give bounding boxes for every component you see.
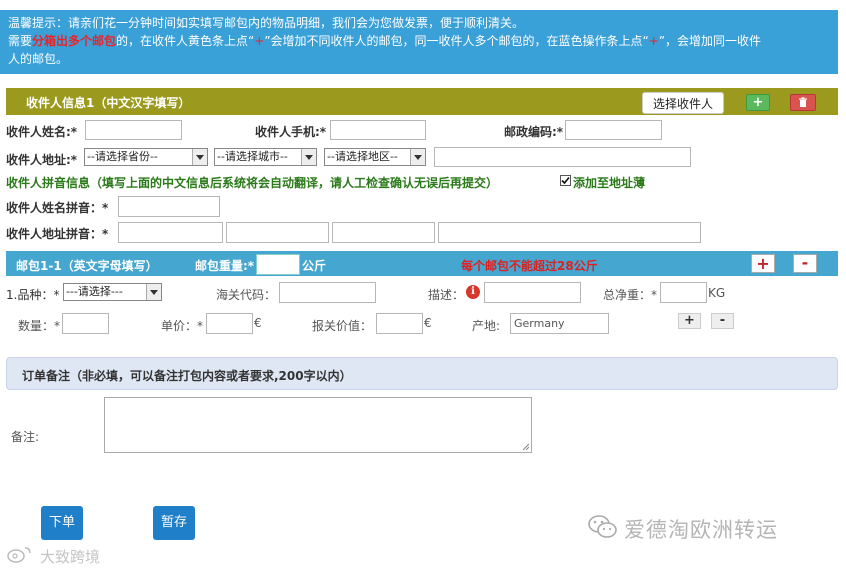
recipient-phone-input[interactable]	[330, 120, 426, 140]
recipient-phone-label: 收件人手机:*	[255, 125, 327, 139]
province-select-value: --请选择省份--	[87, 150, 158, 163]
customs-code-input[interactable]	[279, 282, 376, 303]
watermark-right: 爱德淘欧洲转运	[624, 518, 778, 542]
package-weight-label: 邮包重量:*	[195, 259, 255, 273]
select-recipient-button[interactable]: 选择收件人	[642, 92, 724, 114]
watermark-left: 大致跨境	[40, 548, 101, 566]
info-icon[interactable]: i	[466, 285, 480, 299]
origin-input[interactable]: Germany	[510, 313, 609, 334]
declared-value-input[interactable]	[376, 313, 423, 334]
package-header-title: 邮包1-1（英文字母填写）	[16, 259, 158, 273]
city-select-value: --请选择城市--	[217, 150, 288, 163]
remove-package-button[interactable]: -	[793, 254, 817, 273]
net-weight-label: 总净重：*	[603, 288, 658, 302]
trash-icon	[799, 97, 807, 107]
origin-label: 产地:	[472, 319, 501, 333]
notice-text: 的，在收件人黄色条上点“	[116, 34, 255, 48]
description-label: 描述：	[428, 288, 465, 302]
add-recipient-button[interactable]: +	[746, 94, 770, 111]
address-pinyin-input-1[interactable]	[118, 222, 223, 243]
checkmark-icon	[561, 176, 570, 185]
chevron-down-icon	[305, 155, 313, 160]
package-weight-unit: 公斤	[302, 259, 327, 273]
wechat-icon	[588, 515, 617, 538]
zip-code-label: 邮政编码:*	[504, 125, 564, 139]
unit-price-label: 单价：*	[161, 319, 204, 333]
name-pinyin-input[interactable]	[118, 196, 220, 217]
name-pinyin-label: 收件人姓名拼音：*	[6, 201, 109, 215]
address-pinyin-label: 收件人地址拼音：*	[6, 227, 109, 241]
save-draft-button[interactable]: 暂存	[153, 506, 195, 540]
address-pinyin-input-3[interactable]	[332, 222, 435, 243]
delete-recipient-button[interactable]	[790, 94, 816, 111]
note-label: 备注:	[11, 430, 40, 444]
plus-icon: +	[752, 95, 764, 110]
unit-price-currency: €	[254, 316, 262, 330]
chevron-down-icon	[150, 290, 158, 295]
package-weight-warning: 每个邮包不能超过28公斤	[461, 259, 598, 273]
category-label: 1.品种：*	[6, 288, 60, 302]
chevron-down-icon	[414, 155, 422, 160]
declared-value-label: 报关价值：	[312, 319, 373, 333]
description-input[interactable]	[484, 282, 581, 303]
quantity-label: 数量：*	[18, 319, 61, 333]
district-select[interactable]: --请选择地区--	[324, 148, 426, 166]
category-select-value: ---请选择---	[66, 285, 123, 298]
weibo-icon	[7, 547, 31, 563]
customs-code-label: 海关代码：	[216, 288, 277, 302]
package-weight-input[interactable]	[256, 254, 300, 275]
add-to-address-book-label: 添加至地址薄	[573, 176, 646, 190]
quantity-input[interactable]	[62, 313, 109, 334]
notice-text: ”，会增加同一收件	[658, 34, 762, 48]
category-select[interactable]: ---请选择---	[63, 283, 162, 301]
street-address-input[interactable]	[434, 147, 691, 167]
declared-value-currency: €	[424, 316, 432, 330]
minus-icon: -	[719, 313, 726, 328]
minus-icon: -	[801, 253, 809, 272]
zip-code-input[interactable]	[565, 120, 662, 140]
notice-banner: 温馨提示：请亲们花一分钟时间如实填写邮包内的物品明细，我们会为您做发票，便于顺利…	[0, 10, 838, 74]
recipient-address-label: 收件人地址:*	[6, 153, 78, 167]
notice-plus: +	[254, 34, 265, 48]
add-package-button[interactable]: +	[751, 254, 775, 273]
order-note-title: 订单备注（非必填，可以备注打包内容或者要求,200字以内）	[22, 369, 352, 383]
recipient-name-input[interactable]	[85, 120, 182, 140]
plus-icon: +	[684, 313, 695, 328]
net-weight-unit: KG	[708, 286, 726, 300]
recipient-name-label: 收件人姓名:*	[6, 125, 78, 139]
address-pinyin-input-4[interactable]	[438, 222, 701, 243]
notice-line-1: 温馨提示：请亲们花一分钟时间如实填写邮包内的物品明细，我们会为您做发票，便于顺利…	[8, 16, 525, 30]
notice-plus: +	[648, 34, 659, 48]
resize-handle-icon[interactable]	[522, 443, 530, 451]
address-pinyin-input-2[interactable]	[226, 222, 329, 243]
notice-highlight: 分箱出多个邮包	[32, 34, 117, 48]
submit-order-button[interactable]: 下单	[41, 506, 83, 540]
province-select[interactable]: --请选择省份--	[84, 148, 208, 166]
net-weight-input[interactable]	[660, 282, 707, 303]
chevron-down-icon	[196, 155, 204, 160]
district-select-value: --请选择地区--	[327, 150, 398, 163]
notice-text: ”会增加不同收件人的邮包，同一收件人多个邮包的，在蓝色操作条上点“	[264, 34, 649, 48]
notice-text: 需要	[8, 34, 33, 48]
city-select[interactable]: --请选择城市--	[214, 148, 317, 166]
plus-icon: +	[756, 254, 770, 273]
remove-item-button[interactable]: -	[711, 313, 734, 329]
note-textarea[interactable]	[104, 397, 532, 453]
unit-price-input[interactable]	[206, 313, 253, 334]
add-to-address-book-checkbox[interactable]	[560, 175, 571, 186]
add-item-button[interactable]: +	[678, 313, 701, 329]
notice-line-2: 需要分箱出多个邮包的，在收件人黄色条上点“+”会增加不同收件人的邮包，同一收件人…	[8, 32, 830, 50]
recipient-header-title: 收件人信息1（中文汉字填写）	[26, 96, 191, 110]
notice-line-3: 人的邮包。	[8, 52, 69, 66]
pinyin-notice: 收件人拼音信息（填写上面的中文信息后系统将会自动翻译，请人工检查确认无误后再提交…	[6, 176, 499, 190]
